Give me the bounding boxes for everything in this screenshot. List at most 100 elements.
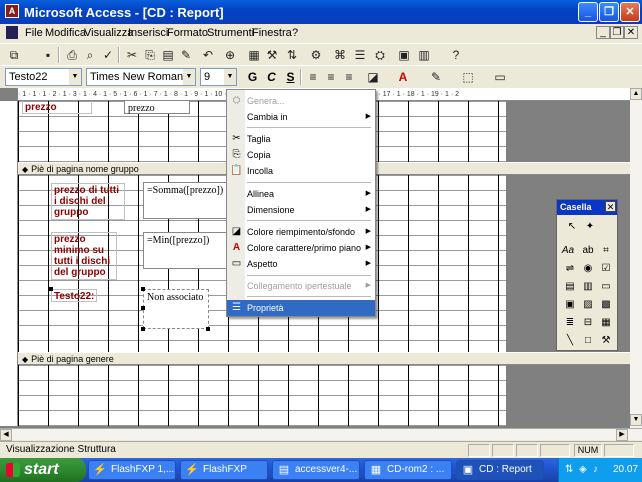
task-accessver4[interactable]: ▤ accessver4-... <box>272 460 360 480</box>
menu-finestra[interactable]: Finestra <box>252 27 292 39</box>
spelling-icon[interactable]: ✓ <box>100 47 116 63</box>
font-color-icon[interactable]: A <box>395 69 411 85</box>
menu-item-incolla[interactable]: 📋 Incolla <box>227 163 375 179</box>
menu-help[interactable]: ? <box>292 27 298 39</box>
selection-handle[interactable] <box>49 287 53 291</box>
menu-strumenti[interactable]: Strumenti <box>207 27 254 39</box>
menu-item-cambia-in[interactable]: Cambia in ▶ <box>227 109 375 125</box>
wizard-icon[interactable]: ✦ <box>583 220 597 234</box>
bound-object-icon[interactable]: ▩ <box>599 298 613 312</box>
autoformat-icon[interactable]: ⚙ <box>308 47 324 63</box>
undo-icon[interactable]: ↶ <box>200 47 216 63</box>
sorting-grouping-icon[interactable]: ⇅ <box>284 47 300 63</box>
textbox-tool-icon[interactable]: ab <box>581 244 595 258</box>
scroll-right-icon[interactable]: ▶ <box>616 429 628 441</box>
vertical-scrollbar[interactable]: ▲ ▼ <box>630 88 642 428</box>
close-button[interactable]: ✕ <box>620 2 640 22</box>
command-button-icon[interactable]: ▭ <box>599 280 613 294</box>
line-tool-icon[interactable]: ╲ <box>563 334 577 348</box>
selection-handle[interactable] <box>141 306 145 310</box>
menu-item-collegamento[interactable]: Collegamento ipertestuale ▶ <box>227 278 375 294</box>
fill-color-icon[interactable]: ◪ <box>365 69 381 85</box>
selection-handle[interactable] <box>206 327 210 331</box>
new-object-icon[interactable]: ▥ <box>416 47 432 63</box>
align-right-icon[interactable]: ≡ <box>341 69 357 85</box>
underline-button[interactable]: S <box>282 69 299 85</box>
chevron-down-icon[interactable]: ▼ <box>183 69 195 85</box>
save-icon[interactable]: ▪ <box>40 47 56 63</box>
genre-footer-section[interactable] <box>18 365 506 426</box>
menu-item-genera[interactable]: ⛭ Genera... <box>227 93 375 109</box>
unbound-field[interactable]: Non associato <box>143 289 209 329</box>
menu-item-taglia[interactable]: ✂ Taglia <box>227 131 375 147</box>
mdi-minimize-button[interactable]: _ <box>596 26 610 39</box>
border-icon[interactable]: ⬚ <box>460 69 476 85</box>
align-left-icon[interactable]: ≡ <box>305 69 321 85</box>
font-combo[interactable]: Times New Roman ▼ <box>86 68 196 86</box>
rectangle-tool-icon[interactable]: □ <box>581 334 595 348</box>
toolbox-icon[interactable]: ⚒ <box>264 47 280 63</box>
properties-icon[interactable]: ☰ <box>352 47 368 63</box>
page-break-icon[interactable]: ≣ <box>563 316 577 330</box>
font-size-combo[interactable]: 9 ▼ <box>200 68 237 86</box>
testo22-label[interactable]: Testo22: <box>51 289 97 302</box>
option-button-icon[interactable]: ◉ <box>581 262 595 276</box>
field-list-icon[interactable]: ▦ <box>246 47 262 63</box>
select-pointer-icon[interactable]: ↖ <box>565 220 579 234</box>
align-center-icon[interactable]: ≡ <box>323 69 339 85</box>
start-button[interactable]: start <box>0 458 86 482</box>
mdi-close-button[interactable]: ✕ <box>624 26 638 39</box>
menu-file[interactable]: File <box>25 27 43 39</box>
object-combo[interactable]: Testo22 ▼ <box>5 68 82 86</box>
close-icon[interactable]: ✕ <box>605 201 616 212</box>
genre-footer-bar[interactable]: ◆ Piè di pagina genere <box>18 352 630 365</box>
format-painter-icon[interactable]: ✎ <box>178 47 194 63</box>
subform-icon[interactable]: ▦ <box>599 316 613 330</box>
mdi-restore-button[interactable]: ❐ <box>610 26 624 39</box>
task-flashfxp-1[interactable]: ⚡ FlashFXP 1,... <box>88 460 176 480</box>
document-icon[interactable] <box>6 26 18 39</box>
label-tool-icon[interactable]: Aa <box>561 244 575 258</box>
horizontal-scrollbar[interactable]: ◀ ▶ <box>0 428 642 441</box>
line-width-icon[interactable]: ▭ <box>492 69 508 85</box>
task-cd-report[interactable]: ▣ CD : Report <box>456 460 544 480</box>
menu-inserisci[interactable]: Inserisci <box>128 27 168 39</box>
selection-handle[interactable] <box>141 327 145 331</box>
paste-icon[interactable]: ▤ <box>160 47 176 63</box>
price-label[interactable]: prezzo <box>22 101 92 114</box>
menu-item-allinea[interactable]: Allinea ▶ <box>227 186 375 202</box>
menu-item-proprieta[interactable]: ☰ Proprietà <box>227 300 375 316</box>
min-price-label[interactable]: prezzo minimo su tutti i dischi del grup… <box>51 232 117 280</box>
speaker-icon[interactable]: ♪ <box>593 458 598 482</box>
print-preview-icon[interactable]: ⌕ <box>82 47 98 63</box>
menu-formato[interactable]: Formato <box>167 27 208 39</box>
unbound-object-icon[interactable]: ▨ <box>581 298 595 312</box>
tab-control-icon[interactable]: ⊟ <box>581 316 595 330</box>
print-icon[interactable]: ⎙ <box>64 47 80 63</box>
menu-modifica[interactable]: Modifica <box>45 27 86 39</box>
toggle-button-icon[interactable]: ⇌ <box>563 262 577 276</box>
price-field[interactable]: prezzo <box>124 101 190 114</box>
access-app-icon[interactable]: A <box>5 4 19 18</box>
antivirus-icon[interactable]: ◈ <box>579 458 587 482</box>
total-price-label[interactable]: prezzo di tutti i dischi del gruppo <box>51 183 125 220</box>
menu-visualizza[interactable]: Visualizza <box>84 27 133 39</box>
italic-button[interactable]: C <box>263 69 280 85</box>
line-color-icon[interactable]: ✎ <box>428 69 444 85</box>
view-icon[interactable]: ⧉ <box>6 47 22 63</box>
database-window-icon[interactable]: ▣ <box>396 47 412 63</box>
option-group-icon[interactable]: ⌗ <box>599 244 613 258</box>
bold-button[interactable]: G <box>244 69 261 85</box>
scroll-up-icon[interactable]: ▲ <box>630 88 642 100</box>
menu-item-dimensione[interactable]: Dimensione ▶ <box>227 202 375 218</box>
scroll-left-icon[interactable]: ◀ <box>0 429 12 441</box>
network-icon[interactable]: ⇅ <box>565 458 573 482</box>
selection-handle[interactable] <box>141 287 145 291</box>
menu-item-aspetto[interactable]: ▭ Aspetto ▶ <box>227 256 375 272</box>
list-box-icon[interactable]: ▥ <box>581 280 595 294</box>
clock[interactable]: 20.07 <box>613 458 638 482</box>
help-icon[interactable]: ? <box>448 47 464 63</box>
menu-item-copia[interactable]: ⎘ Copia <box>227 147 375 163</box>
cut-icon[interactable]: ✂ <box>124 47 140 63</box>
minimize-button[interactable]: _ <box>578 2 598 22</box>
